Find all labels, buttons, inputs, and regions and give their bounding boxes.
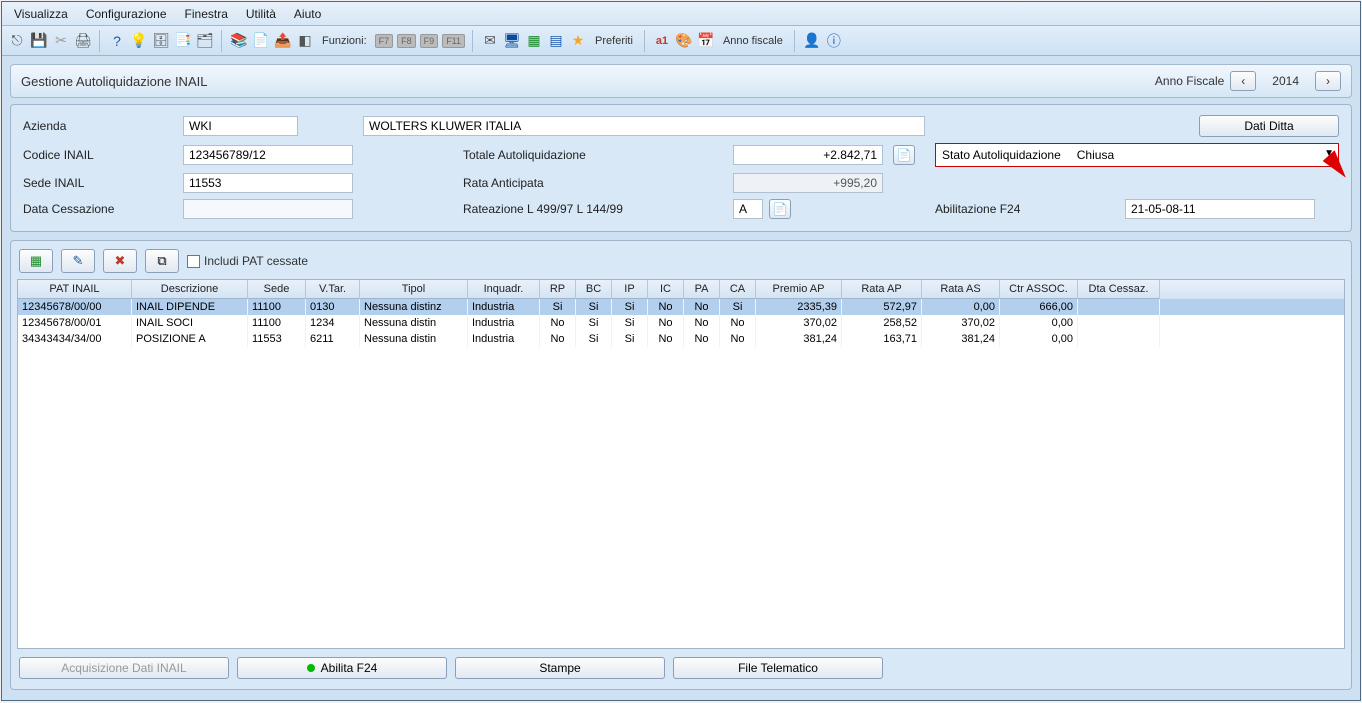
word-icon[interactable]: ▤: [547, 32, 565, 50]
azienda-name-field: WOLTERS KLUWER ITALIA: [363, 116, 925, 136]
fiscal-year-next-button[interactable]: ›: [1315, 71, 1341, 91]
datagrid[interactable]: PAT INAILDescrizioneSedeV.Tar.TipolInqua…: [17, 279, 1345, 649]
mail-icon[interactable]: ✉: [481, 32, 499, 50]
fiscal-year-label: Anno Fiscale: [1155, 74, 1224, 88]
toolbar: ⎋ 💾 ✂ 🖨 ? 💡 🗄 📑 🗂 📚 📄 📤 ◧ Funzioni: F7 F…: [2, 26, 1360, 56]
star-icon[interactable]: ★: [569, 32, 587, 50]
delete-row-button[interactable]: ✖: [103, 249, 137, 273]
rata-anticipata-field: +995,20: [733, 173, 883, 193]
includi-pat-label: Includi PAT cessate: [204, 254, 308, 268]
add-row-button[interactable]: ▦: [19, 249, 53, 273]
menu-visualizza[interactable]: Visualizza: [6, 4, 76, 24]
codice-inail-field[interactable]: 123456789/12: [183, 145, 353, 165]
table-panel: ▦ ✎ ✖ ⧉ Includi PAT cessate PAT INAILDes…: [10, 240, 1352, 690]
print-icon[interactable]: 🖨: [74, 32, 92, 50]
db2-icon[interactable]: 📑: [174, 32, 192, 50]
info-icon[interactable]: ⓘ: [825, 32, 843, 50]
db-icon[interactable]: 🗄: [152, 32, 170, 50]
totale-field: +2.842,71: [733, 145, 883, 165]
menu-aiuto[interactable]: Aiuto: [286, 4, 329, 24]
status-dot-icon: [307, 664, 315, 672]
rata-anticipata-label: Rata Anticipata: [463, 176, 723, 190]
f7-key[interactable]: F7: [375, 34, 394, 48]
stato-autoliquidazione-dropdown[interactable]: Stato Autoliquidazione Chiusa ▼: [935, 143, 1339, 167]
azienda-code-field[interactable]: WKI: [183, 116, 298, 136]
abilitazione-f24-field[interactable]: 21-05-08-11: [1125, 199, 1315, 219]
azienda-label: Azienda: [23, 119, 173, 133]
file-telematico-button[interactable]: File Telematico: [673, 657, 883, 679]
totale-action-button[interactable]: 📄: [893, 145, 915, 165]
page-title: Gestione Autoliquidazione INAIL: [21, 74, 207, 89]
menu-configurazione[interactable]: Configurazione: [78, 4, 175, 24]
form-panel: Azienda WKI WOLTERS KLUWER ITALIA Dati D…: [10, 104, 1352, 232]
stampe-button[interactable]: Stampe: [455, 657, 665, 679]
sede-inail-field[interactable]: 11553: [183, 173, 353, 193]
panel-title-bar: Gestione Autoliquidazione INAIL Anno Fis…: [10, 64, 1352, 98]
f9-key[interactable]: F9: [420, 34, 439, 48]
includi-pat-checkbox[interactable]: [187, 255, 200, 268]
grid-header: PAT INAILDescrizioneSedeV.Tar.TipolInqua…: [18, 280, 1344, 299]
menu-bar: Visualizza Configurazione Finestra Utili…: [2, 2, 1360, 26]
db3-icon[interactable]: 🗂: [196, 32, 214, 50]
abilita-f24-button[interactable]: Abilita F24: [237, 657, 447, 679]
menu-utilita[interactable]: Utilità: [238, 4, 284, 24]
user-icon[interactable]: 👤: [803, 32, 821, 50]
f11-key[interactable]: F11: [442, 34, 465, 48]
cut-icon[interactable]: ✂: [52, 32, 70, 50]
books-icon[interactable]: 📚: [230, 32, 248, 50]
edit-row-button[interactable]: ✎: [61, 249, 95, 273]
screen-icon[interactable]: 🖥: [503, 32, 521, 50]
abilitazione-f24-label: Abilitazione F24: [935, 202, 1115, 216]
calendar-icon[interactable]: 📅: [697, 32, 715, 50]
table-row[interactable]: 12345678/00/00INAIL DIPENDE111000130Ness…: [18, 299, 1344, 315]
stato-value: Chiusa: [1071, 148, 1338, 162]
help-icon[interactable]: ?: [108, 32, 126, 50]
totale-label: Totale Autoliquidazione: [463, 148, 723, 162]
print2-icon[interactable]: 📤: [274, 32, 292, 50]
table-row[interactable]: 34343434/34/00POSIZIONE A115536211Nessun…: [18, 331, 1344, 347]
anno-fiscale-label[interactable]: Anno fiscale: [719, 35, 787, 47]
palette-icon[interactable]: 🎨: [675, 32, 693, 50]
preferiti-label[interactable]: Preferiti: [591, 35, 637, 47]
table-row[interactable]: 12345678/00/01INAIL SOCI111001234Nessuna…: [18, 315, 1344, 331]
doc-icon[interactable]: 📄: [252, 32, 270, 50]
fiscal-year-prev-button[interactable]: ‹: [1230, 71, 1256, 91]
cube-icon[interactable]: ◧: [296, 32, 314, 50]
a1-icon[interactable]: a1: [653, 32, 671, 50]
acquisizione-dati-button[interactable]: Acquisizione Dati INAIL: [19, 657, 229, 679]
save-icon[interactable]: 💾: [30, 32, 48, 50]
data-cessazione-field[interactable]: [183, 199, 353, 219]
fiscal-year-value: 2014: [1262, 74, 1309, 88]
codice-inail-label: Codice INAIL: [23, 148, 173, 162]
rateazione-label: Rateazione L 499/97 L 144/99: [463, 202, 723, 216]
copy-row-button[interactable]: ⧉: [145, 249, 179, 273]
funzioni-label: Funzioni:: [318, 35, 371, 47]
dati-ditta-button[interactable]: Dati Ditta: [1199, 115, 1339, 137]
stato-label: Stato Autoliquidazione: [936, 148, 1071, 162]
exit-icon[interactable]: ⎋: [8, 32, 26, 50]
tip-icon[interactable]: 💡: [130, 32, 148, 50]
f8-key[interactable]: F8: [397, 34, 416, 48]
menu-finestra[interactable]: Finestra: [177, 4, 236, 24]
data-cessazione-label: Data Cessazione: [23, 202, 173, 216]
rateazione-field[interactable]: A: [733, 199, 763, 219]
dropdown-arrow-icon: ▼: [1324, 148, 1334, 159]
sede-inail-label: Sede INAIL: [23, 176, 173, 190]
bottom-buttons: Acquisizione Dati INAIL Abilita F24 Stam…: [17, 649, 1345, 679]
rateazione-action-button[interactable]: 📄: [769, 199, 791, 219]
excel-icon[interactable]: ▦: [525, 32, 543, 50]
table-toolbar: ▦ ✎ ✖ ⧉ Includi PAT cessate: [17, 247, 1345, 279]
